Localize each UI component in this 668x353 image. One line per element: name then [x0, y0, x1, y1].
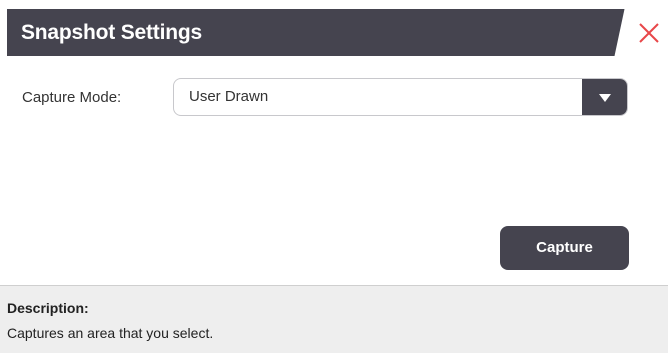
dropdown-toggle[interactable] [582, 79, 627, 115]
description-panel: Description: Captures an area that you s… [0, 285, 668, 353]
capture-button[interactable]: Capture [500, 226, 629, 270]
capture-mode-value: User Drawn [189, 88, 269, 105]
triangle-down-icon [599, 94, 611, 102]
snapshot-settings-dialog: Snapshot Settings Capture Mode: User Dra… [0, 0, 668, 353]
description-text: Captures an area that you select. [7, 325, 214, 341]
close-x-icon [639, 23, 659, 43]
description-title: Description: [7, 300, 89, 316]
capture-mode-label: Capture Mode: [22, 89, 122, 106]
dialog-titlebar: Snapshot Settings [7, 9, 668, 56]
capture-mode-select[interactable]: User Drawn [173, 78, 628, 116]
dialog-title: Snapshot Settings [21, 21, 202, 44]
close-button[interactable] [634, 18, 664, 48]
